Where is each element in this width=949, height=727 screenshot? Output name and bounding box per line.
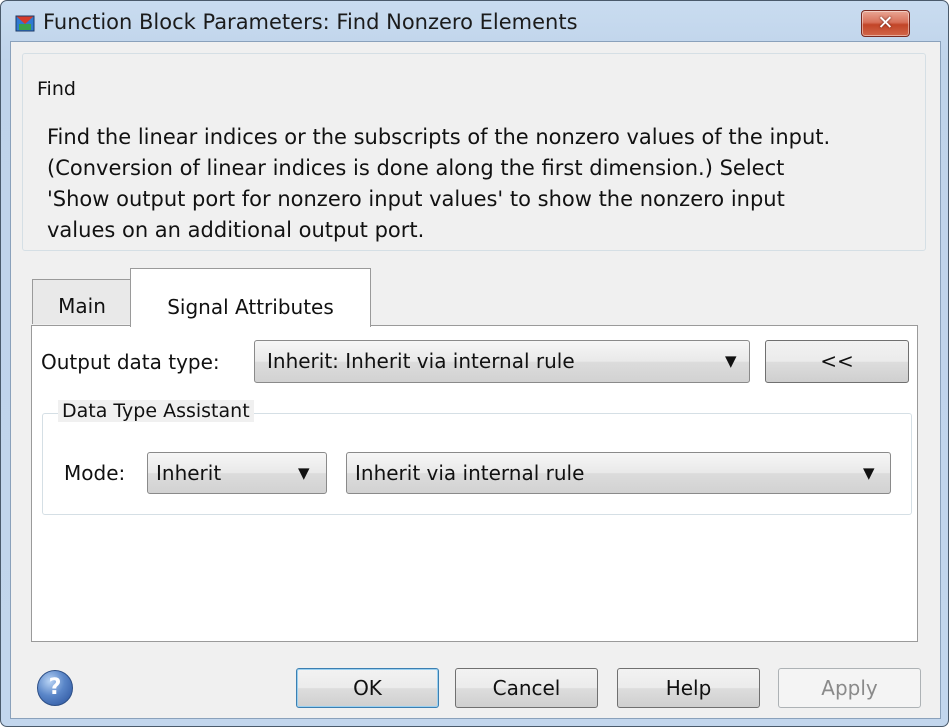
inherit-rule-dropdown[interactable]: Inherit via internal rule ▼ [346,452,891,494]
block-description: Find the linear indices or the subscript… [47,122,927,246]
ok-button[interactable]: OK [296,668,439,708]
window-title: Function Block Parameters: Find Nonzero … [43,10,578,34]
data-type-assistant-legend: Data Type Assistant [58,400,254,422]
output-data-type-value: Inherit: Inherit via internal rule [267,349,575,373]
mode-dropdown[interactable]: Inherit ▼ [147,452,327,494]
output-data-type-dropdown[interactable]: Inherit: Inherit via internal rule ▼ [254,340,750,383]
chevron-down-icon: ▼ [863,464,875,482]
tab-signal-attributes[interactable]: Signal Attributes [130,268,371,327]
hide-assistant-button[interactable]: << [765,340,909,383]
description-line: (Conversion of linear indices is done al… [47,156,785,180]
chevron-down-icon: ▼ [298,464,310,482]
chevron-down-icon: ▼ [725,352,737,370]
close-button[interactable]: ✕ [861,10,910,37]
cancel-button[interactable]: Cancel [455,668,598,708]
simulink-app-icon [15,15,35,32]
apply-button[interactable]: Apply [778,668,921,708]
output-data-type-label: Output data type: [41,350,220,374]
help-icon[interactable]: ? [37,670,73,706]
description-line: 'Show output port for nonzero input valu… [47,187,785,211]
description-line: values on an additional output port. [47,218,425,242]
mode-label: Mode: [64,461,126,485]
title-bar[interactable]: Function Block Parameters: Find Nonzero … [1,1,948,41]
mode-value: Inherit [156,461,222,485]
find-group-legend: Find [33,78,80,100]
description-line: Find the linear indices or the subscript… [47,125,831,149]
inherit-rule-value: Inherit via internal rule [355,461,585,485]
tab-main[interactable]: Main [32,279,132,324]
help-button[interactable]: Help [617,668,760,708]
close-icon: ✕ [877,12,894,34]
